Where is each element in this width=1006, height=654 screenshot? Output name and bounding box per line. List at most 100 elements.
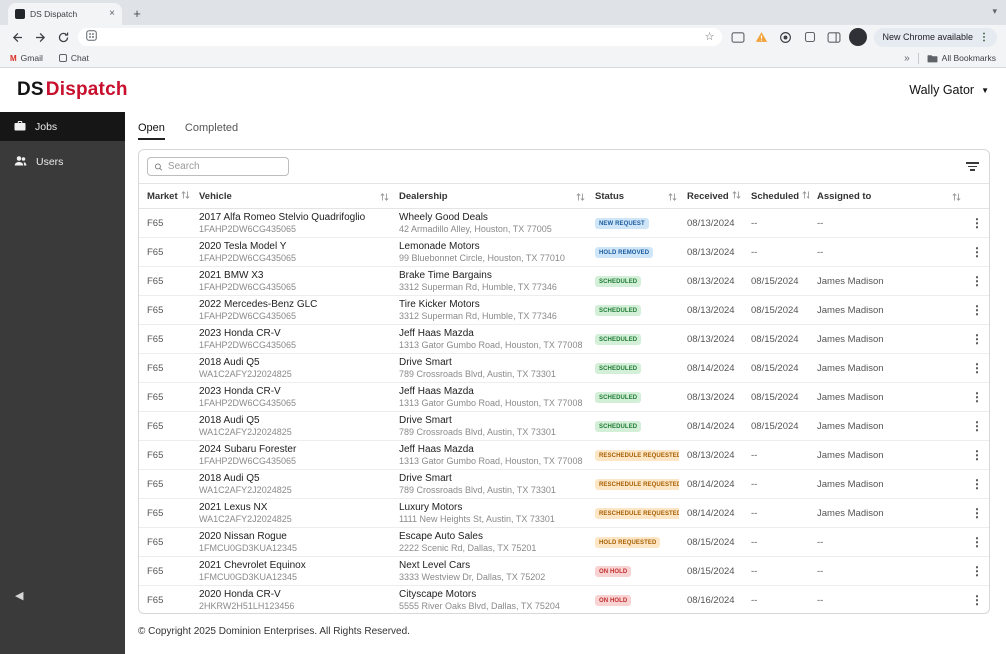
cell-scheduled: -- [743, 469, 809, 499]
bookmark-chat[interactable]: Chat [58, 53, 89, 63]
dealership-name: Cityscape Motors [399, 589, 477, 600]
apps-grid-icon[interactable] [86, 28, 97, 46]
record-icon[interactable] [777, 29, 794, 45]
status-badge: SCHEDULED [595, 363, 642, 375]
tab-search-chevron-icon[interactable]: ▾ [992, 6, 997, 17]
vehicle-name: 2023 Honda CR-V [199, 328, 281, 339]
row-menu-kebab-icon[interactable]: ⋮ [971, 216, 983, 230]
new-chrome-available-button[interactable]: New Chrome available ⋮ [874, 27, 997, 47]
search-box[interactable] [147, 157, 289, 176]
table-row[interactable]: F65 2021 Chevrolet Equinox 1FMCU0GD3KUA1… [139, 556, 989, 586]
sort-icon[interactable] [380, 192, 389, 202]
cell-scheduled: 08/15/2024 [743, 353, 809, 383]
sidebar-collapse-button[interactable]: ◀ [15, 589, 23, 602]
cell-status: SCHEDULED [587, 266, 679, 296]
row-menu-kebab-icon[interactable]: ⋮ [971, 506, 983, 520]
status-badge: ON HOLD [595, 595, 632, 607]
tab-open[interactable]: Open [138, 122, 165, 140]
table-row[interactable]: F65 2021 Lexus NX WA1C2AFY2J2024825 Luxu… [139, 498, 989, 528]
new-tab-button[interactable]: + [128, 4, 146, 22]
table-row[interactable]: F65 2020 Nissan Rogue 1FMCU0GD3KUA12345 … [139, 527, 989, 557]
vehicle-vin: 1FAHP2DW6CG435065 [199, 456, 297, 466]
vehicle-name: 2022 Mercedes-Benz GLC [199, 299, 318, 310]
table-row[interactable]: F65 2018 Audi Q5 WA1C2AFY2J2024825 Drive… [139, 411, 989, 441]
cell-scheduled: -- [743, 237, 809, 267]
profile-avatar[interactable] [849, 28, 868, 46]
dealership-address: 42 Armadillo Alley, Houston, TX 77005 [399, 224, 552, 234]
row-menu-kebab-icon[interactable]: ⋮ [971, 390, 983, 404]
cell-dealership: Tire Kicker Motors 3312 Superman Rd, Hum… [391, 295, 587, 325]
row-menu-kebab-icon[interactable]: ⋮ [971, 332, 983, 346]
col-status[interactable]: Status [587, 183, 679, 209]
col-received[interactable]: Received [679, 183, 743, 209]
col-dealership[interactable]: Dealership [391, 183, 587, 209]
warning-icon[interactable] [753, 29, 770, 45]
bookmarks-overflow-icon[interactable]: » [904, 53, 910, 64]
table-row[interactable]: F65 2017 Alfa Romeo Stelvio Quadrifoglio… [139, 208, 989, 238]
table-row[interactable]: F65 2021 BMW X3 1FAHP2DW6CG435065 Brake … [139, 266, 989, 296]
browser-toolbar: ☆ New Chrome available ⋮ [0, 25, 1006, 49]
tab-title: DS Dispatch [30, 9, 78, 19]
tab-close-icon[interactable]: × [109, 9, 115, 19]
row-menu-kebab-icon[interactable]: ⋮ [971, 477, 983, 491]
cell-status: RESCHEDULE REQUESTED [587, 440, 679, 470]
reload-button[interactable] [55, 29, 71, 45]
cell-vehicle: 2017 Alfa Romeo Stelvio Quadrifoglio 1FA… [191, 208, 391, 238]
vehicle-vin: WA1C2AFY2J2024825 [199, 514, 292, 524]
status-badge: NEW REQUEST [595, 218, 649, 230]
sort-icon[interactable] [576, 192, 585, 202]
tab-completed[interactable]: Completed [185, 122, 238, 140]
col-scheduled[interactable]: Scheduled [743, 183, 809, 209]
browser-tab[interactable]: DS Dispatch × [8, 3, 122, 25]
row-menu-kebab-icon[interactable]: ⋮ [971, 448, 983, 462]
sort-icon[interactable] [668, 192, 677, 202]
cast-icon[interactable] [729, 29, 746, 45]
row-menu-kebab-icon[interactable]: ⋮ [971, 564, 983, 578]
bookmark-gmail[interactable]: M Gmail [10, 53, 43, 63]
cell-market: F65 [139, 266, 191, 296]
address-bar[interactable]: ☆ [78, 28, 723, 46]
sort-icon[interactable] [952, 192, 961, 202]
row-menu-kebab-icon[interactable]: ⋮ [971, 361, 983, 375]
col-assigned-to[interactable]: Assigned to [809, 183, 963, 209]
filter-icon[interactable] [964, 160, 981, 173]
sidebar-item-jobs[interactable]: Jobs [0, 112, 125, 141]
tab-strip: DS Dispatch × + ▾ [0, 0, 1006, 25]
table-row[interactable]: F65 2023 Honda CR-V 1FAHP2DW6CG435065 Je… [139, 382, 989, 412]
table-row[interactable]: F65 2023 Honda CR-V 1FAHP2DW6CG435065 Je… [139, 324, 989, 354]
sort-icon[interactable] [181, 190, 190, 200]
back-button[interactable] [9, 29, 25, 45]
table-row[interactable]: F65 2018 Audi Q5 WA1C2AFY2J2024825 Drive… [139, 353, 989, 383]
table-row[interactable]: F65 2020 Honda CR-V 2HKRW2H51LH123456 Ci… [139, 585, 989, 613]
row-menu-kebab-icon[interactable]: ⋮ [971, 274, 983, 288]
row-menu-kebab-icon[interactable]: ⋮ [971, 593, 983, 607]
table-row[interactable]: F65 2020 Tesla Model Y 1FAHP2DW6CG435065… [139, 237, 989, 267]
cell-received: 08/13/2024 [679, 237, 743, 267]
dealership-name: Drive Smart [399, 473, 452, 484]
extensions-icon[interactable] [801, 29, 818, 45]
row-menu-kebab-icon[interactable]: ⋮ [971, 245, 983, 259]
sort-icon[interactable] [732, 190, 741, 200]
vehicle-name: 2020 Tesla Model Y [199, 241, 287, 252]
side-panel-icon[interactable] [825, 29, 842, 45]
jobs-table-body: F65 2017 Alfa Romeo Stelvio Quadrifoglio… [139, 208, 989, 613]
row-menu-kebab-icon[interactable]: ⋮ [971, 535, 983, 549]
row-menu-kebab-icon[interactable]: ⋮ [971, 419, 983, 433]
table-row[interactable]: F65 2024 Subaru Forester 1FAHP2DW6CG4350… [139, 440, 989, 470]
table-row[interactable]: F65 2018 Audi Q5 WA1C2AFY2J2024825 Drive… [139, 469, 989, 499]
row-menu-kebab-icon[interactable]: ⋮ [971, 303, 983, 317]
col-market[interactable]: Market [139, 183, 191, 209]
cell-status: HOLD REQUESTED [587, 527, 679, 557]
bookmark-star-icon[interactable]: ☆ [705, 31, 715, 43]
search-input[interactable] [167, 161, 282, 172]
table-row[interactable]: F65 2022 Mercedes-Benz GLC 1FAHP2DW6CG43… [139, 295, 989, 325]
vehicle-name: 2021 BMW X3 [199, 270, 264, 281]
sort-icon[interactable] [802, 190, 809, 200]
vehicle-vin: 1FMCU0GD3KUA12345 [199, 543, 298, 553]
forward-button[interactable] [32, 29, 48, 45]
user-menu[interactable]: Wally Gator ▼ [909, 83, 989, 97]
sidebar-item-users[interactable]: Users [0, 147, 125, 176]
all-bookmarks-button[interactable]: All Bookmarks [927, 53, 996, 63]
col-vehicle[interactable]: Vehicle [191, 183, 391, 209]
browser-menu-kebab-icon[interactable]: ⋮ [979, 32, 989, 43]
